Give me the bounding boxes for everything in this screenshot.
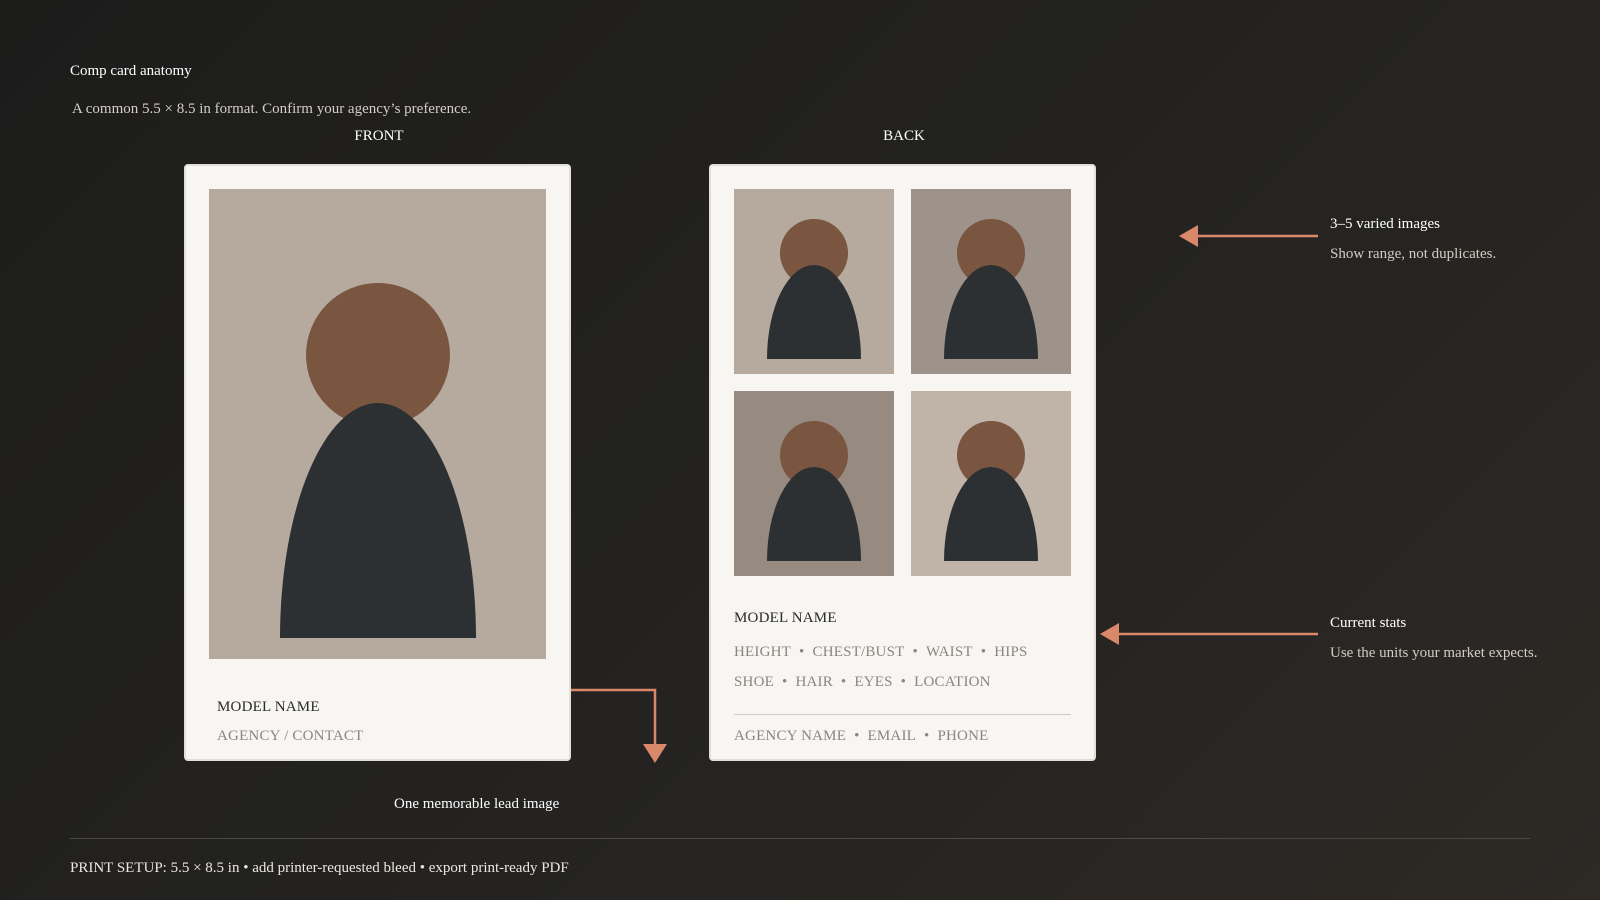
images-arrow: [1179, 225, 1318, 247]
print-setup-note: PRINT SETUP: 5.5 × 8.5 in • add printer-…: [70, 860, 569, 876]
lead-image-annotation: One memorable lead image: [394, 796, 560, 812]
lead-image-arrow: [571, 688, 667, 763]
images-annotation-title: 3–5 varied images: [1330, 216, 1440, 232]
stats-annotation-title: Current stats: [1330, 615, 1407, 631]
footer-divider: [70, 838, 1530, 839]
annotation-arrows: [571, 225, 1318, 763]
stats-arrow: [1100, 623, 1318, 645]
images-annotation-desc: Show range, not duplicates.: [1330, 246, 1497, 262]
stats-annotation-desc: Use the units your market expects.: [1330, 645, 1538, 661]
